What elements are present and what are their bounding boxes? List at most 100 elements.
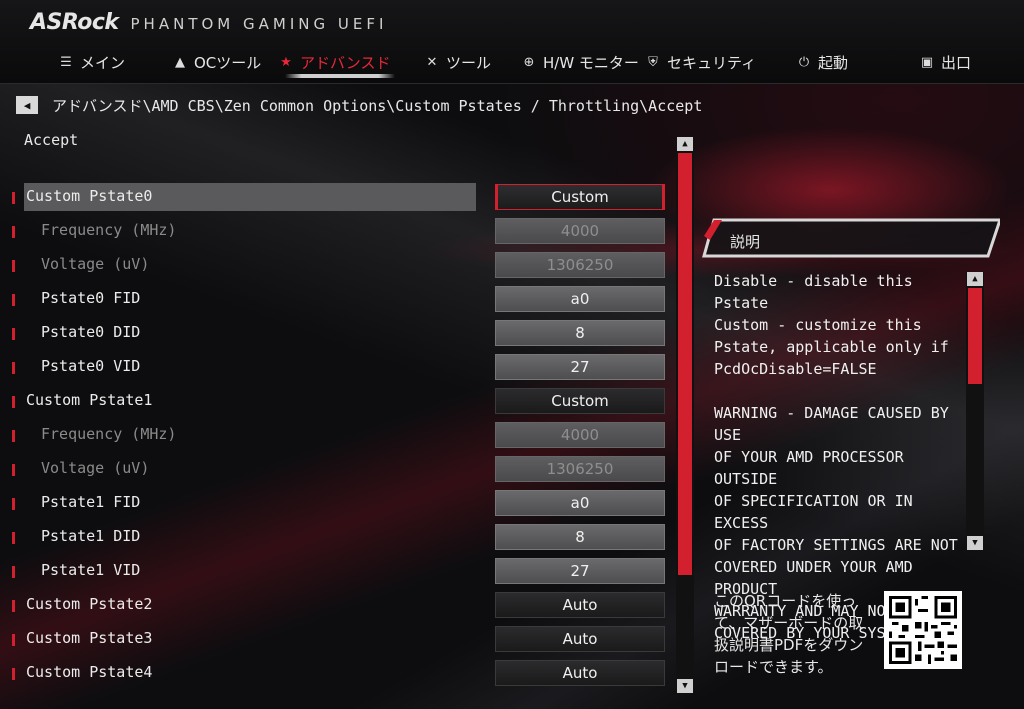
- setting-label: Custom Pstate4: [26, 663, 153, 681]
- setting-value[interactable]: a0: [495, 490, 665, 516]
- settings-scrollbar[interactable]: ▲ ▼: [676, 137, 694, 693]
- setting-row: Frequency (MHz) 4000: [0, 421, 670, 449]
- setting-value[interactable]: Custom: [495, 184, 665, 210]
- exit-icon: ▣: [920, 54, 934, 70]
- setting-label: Custom Pstate3: [26, 629, 153, 647]
- row-marker: [12, 634, 15, 646]
- header: ASRock PHANTOM GAMING UEFI ☰ メイン ▲ OCツール…: [0, 0, 1024, 84]
- setting-value[interactable]: 27: [495, 354, 665, 380]
- tab-security[interactable]: ⛨ セキュリティ: [645, 48, 756, 76]
- help-title: 説明: [730, 233, 761, 251]
- breadcrumb: ◀ アドバンスド\AMD CBS\Zen Common Options\Cust…: [16, 95, 702, 115]
- qr-caption: このQRコードを使って、マザーボードの取扱説明書PDFをダウンロードできます。: [714, 592, 864, 676]
- setting-value: 1306250: [495, 456, 665, 482]
- setting-value[interactable]: 8: [495, 320, 665, 346]
- setting-label: Voltage (uV): [41, 459, 150, 477]
- tab-main[interactable]: ☰ メイン: [58, 48, 125, 76]
- setting-value[interactable]: 8: [495, 524, 665, 550]
- tab-tool[interactable]: ✕ ツール: [424, 48, 491, 76]
- setting-label: Pstate1 DID: [41, 527, 141, 545]
- tab-oc-tweaker[interactable]: ▲ OCツール: [172, 48, 261, 76]
- setting-label: Custom Pstate2: [26, 595, 153, 613]
- help-description: Disable - disable this Pstate Custom - c…: [714, 272, 958, 642]
- setting-label: Pstate0 FID: [41, 289, 141, 307]
- scrollbar-thumb[interactable]: [678, 153, 692, 575]
- row-marker: [12, 566, 15, 578]
- setting-label: Pstate0 DID: [41, 323, 141, 341]
- setting-label: Pstate1 VID: [41, 561, 141, 579]
- setting-value[interactable]: Auto: [495, 592, 665, 618]
- setting-row[interactable]: Pstate1 DID 8: [0, 523, 670, 551]
- crosshair-icon: ⊕: [523, 54, 535, 70]
- row-marker: [12, 498, 15, 510]
- tab-boot[interactable]: ⏻ 起動: [796, 48, 848, 76]
- list-icon: ☰: [60, 54, 72, 70]
- tab-label: 出口: [941, 53, 972, 72]
- row-marker: [12, 396, 15, 408]
- row-marker: [12, 192, 15, 204]
- setting-value: 4000: [495, 422, 665, 448]
- setting-label: Voltage (uV): [41, 255, 150, 273]
- help-scrollbar[interactable]: ▲ ▼: [966, 272, 984, 550]
- scroll-up-icon[interactable]: ▲: [677, 137, 693, 151]
- back-button[interactable]: ◀: [16, 96, 38, 114]
- row-marker: [12, 226, 15, 238]
- qr-code-icon: [884, 591, 962, 669]
- scroll-down-icon[interactable]: ▼: [967, 536, 983, 550]
- star-icon: ★: [280, 54, 292, 70]
- setting-row: Voltage (uV) 1306250: [0, 455, 670, 483]
- row-marker: [12, 328, 15, 340]
- row-marker: [12, 532, 15, 544]
- tab-label: セキュリティ: [667, 53, 757, 72]
- setting-value: 4000: [495, 218, 665, 244]
- scroll-up-icon[interactable]: ▲: [967, 272, 983, 286]
- setting-row[interactable]: Pstate1 FID a0: [0, 489, 670, 517]
- setting-row[interactable]: Custom Pstate4 Auto: [0, 659, 670, 687]
- setting-row[interactable]: Custom Pstate1 Custom: [0, 387, 670, 415]
- setting-row[interactable]: Pstate0 VID 27: [0, 353, 670, 381]
- setting-value[interactable]: Custom: [495, 388, 665, 414]
- setting-value[interactable]: a0: [495, 286, 665, 312]
- tab-hw-monitor[interactable]: ⊕ H/W モニター: [521, 48, 639, 76]
- tab-label: 起動: [818, 53, 849, 72]
- row-marker: [12, 600, 15, 612]
- setting-row[interactable]: Pstate0 FID a0: [0, 285, 670, 313]
- main-nav: ☰ メイン ▲ OCツール ★ アドバンスド ✕ ツール ⊕ H/W モニター …: [0, 48, 1024, 78]
- row-marker: [12, 260, 15, 272]
- setting-row[interactable]: Pstate1 VID 27: [0, 557, 670, 585]
- setting-label: Custom Pstate0: [26, 187, 153, 205]
- tools-icon: ✕: [426, 54, 438, 70]
- scroll-down-icon[interactable]: ▼: [677, 679, 693, 693]
- tab-label: アドバンスド: [300, 53, 391, 72]
- setting-label: Custom Pstate1: [26, 391, 153, 409]
- row-marker: [12, 294, 15, 306]
- setting-row[interactable]: Pstate0 DID 8: [0, 319, 670, 347]
- setting-row[interactable]: Custom Pstate3 Auto: [0, 625, 670, 653]
- shield-icon: ⛨: [648, 54, 658, 70]
- tab-label: H/W モニター: [543, 53, 639, 72]
- setting-value[interactable]: 27: [495, 558, 665, 584]
- setting-row[interactable]: Custom Pstate2 Auto: [0, 591, 670, 619]
- power-icon: ⏻: [798, 54, 810, 70]
- row-marker: [12, 362, 15, 374]
- active-tab-indicator: [285, 74, 395, 78]
- setting-row[interactable]: Custom Pstate0 Custom: [0, 183, 670, 211]
- tab-advanced[interactable]: ★ アドバンスド: [278, 48, 390, 76]
- product-name: PHANTOM GAMING UEFI: [130, 15, 388, 33]
- brand-logo: ASRock: [30, 10, 119, 35]
- rocket-icon: ▲: [175, 54, 185, 70]
- tab-label: ツール: [446, 53, 492, 72]
- row-marker: [12, 464, 15, 476]
- setting-value[interactable]: Auto: [495, 626, 665, 652]
- breadcrumb-path: アドバンスド\AMD CBS\Zen Common Options\Custom…: [52, 96, 703, 115]
- setting-value: 1306250: [495, 252, 665, 278]
- scrollbar-thumb[interactable]: [968, 288, 982, 384]
- setting-value[interactable]: Auto: [495, 660, 665, 686]
- row-marker: [12, 668, 15, 680]
- setting-label: Frequency (MHz): [41, 425, 177, 443]
- setting-row: Voltage (uV) 1306250: [0, 251, 670, 279]
- tab-exit[interactable]: ▣ 出口: [919, 48, 971, 76]
- setting-label: Pstate0 VID: [41, 357, 141, 375]
- logo: ASRock PHANTOM GAMING UEFI: [30, 10, 387, 36]
- setting-label: Pstate1 FID: [41, 493, 141, 511]
